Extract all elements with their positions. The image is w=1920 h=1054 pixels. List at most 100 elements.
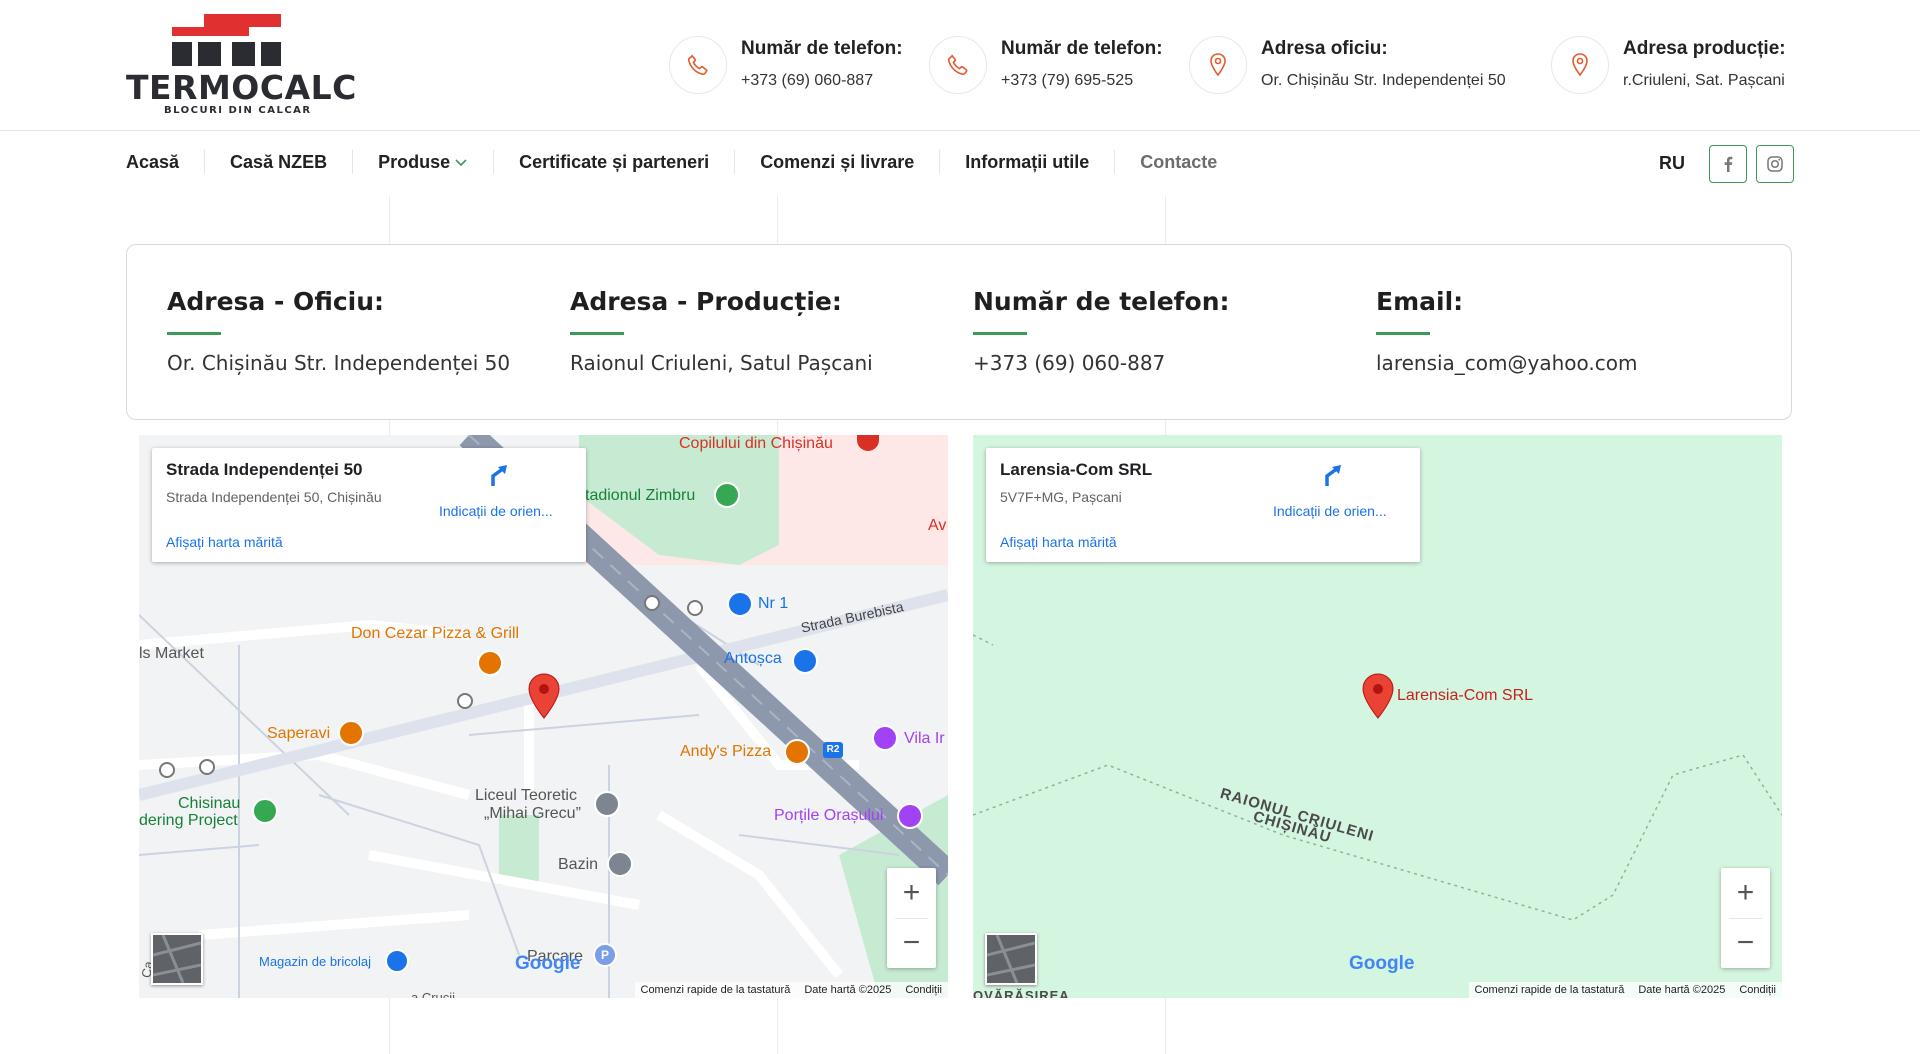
map-label: Porțile Orașului bbox=[774, 807, 884, 824]
restaurant-poi-icon[interactable] bbox=[477, 650, 503, 676]
info-production: Adresa - Producție: Raionul Criuleni, Sa… bbox=[570, 287, 873, 375]
directions-link[interactable]: Indicații de orien... bbox=[1273, 503, 1387, 519]
restaurant-poi-icon[interactable] bbox=[338, 720, 364, 746]
contact-title: Adresa producție: bbox=[1623, 38, 1786, 59]
nav-item-certificate[interactable]: Certificate și parteneri bbox=[493, 150, 734, 174]
map-label: tadionul Zimbru bbox=[585, 487, 696, 504]
stadium-poi-icon[interactable] bbox=[714, 482, 740, 508]
map-attribution: Comenzi rapide de la tastatură Date hart… bbox=[634, 982, 948, 998]
directions-icon[interactable] bbox=[1321, 462, 1347, 488]
contact-title: Număr de telefon: bbox=[741, 38, 903, 59]
nav-item-contacte[interactable]: Contacte bbox=[1114, 150, 1242, 174]
header-contact-office: Adresa oficiu: Or. Chișinău Str. Indepen… bbox=[1189, 36, 1506, 96]
google-logo-text: Google bbox=[1349, 953, 1415, 974]
language-switch[interactable]: RU bbox=[1659, 153, 1685, 174]
bus-stop-icon[interactable] bbox=[687, 600, 703, 616]
terms-link[interactable]: Condiții bbox=[1739, 984, 1776, 996]
map-data-text: Date hartă ©2025 bbox=[804, 984, 892, 996]
shopping-poi-icon[interactable] bbox=[385, 949, 409, 973]
map-production[interactable]: Larensia-Com SRL RAIONUL CRIULENI CHIȘIN… bbox=[973, 435, 1782, 998]
termocalc-logo[interactable]: TERMOCALC BLOCURI DIN CALCAR bbox=[126, 12, 356, 120]
bus-stop-icon[interactable] bbox=[159, 762, 175, 778]
divider bbox=[895, 918, 928, 919]
pool-poi-icon[interactable] bbox=[607, 851, 633, 877]
phone-icon bbox=[669, 36, 727, 94]
park-poi-icon[interactable] bbox=[252, 798, 278, 824]
zoom-in-button[interactable]: + bbox=[1721, 868, 1770, 918]
contact-value: Or. Chișinău Str. Independenței 50 bbox=[1261, 72, 1506, 89]
bus-stop-icon[interactable] bbox=[457, 693, 473, 709]
place-title: Strada Independenței 50 bbox=[166, 460, 363, 479]
terms-link[interactable]: Condiții bbox=[905, 984, 942, 996]
shopping-poi-icon[interactable] bbox=[897, 803, 923, 829]
nav-item-acasa[interactable]: Acasă bbox=[126, 150, 204, 174]
location-marker-icon[interactable] bbox=[527, 673, 561, 719]
location-marker-icon[interactable] bbox=[1361, 673, 1395, 719]
directions-icon[interactable] bbox=[487, 462, 513, 488]
satellite-thumbnail[interactable] bbox=[151, 933, 203, 985]
map-label: Av bbox=[928, 517, 947, 534]
main-nav: Acasă Casă NZEB Produse Certificate și p… bbox=[126, 131, 1242, 193]
instagram-icon[interactable] bbox=[1756, 145, 1794, 183]
zoom-out-button[interactable]: − bbox=[887, 918, 936, 968]
nav-item-informatii[interactable]: Informații utile bbox=[939, 150, 1114, 174]
zoom-controls: + − bbox=[887, 868, 936, 968]
info-title: Adresa - Oficiu: bbox=[167, 287, 385, 316]
place-address: Strada Independenței 50, Chișinău bbox=[166, 489, 382, 505]
map-label: „Mihai Grecu” bbox=[484, 805, 581, 822]
map-info-card: Strada Independenței 50 Strada Independe… bbox=[152, 448, 586, 562]
map-attribution: Comenzi rapide de la tastatură Date hart… bbox=[1468, 982, 1782, 998]
logo-wordmark: TERMOCALC bbox=[126, 68, 357, 107]
keyboard-shortcuts-link[interactable]: Comenzi rapide de la tastatură bbox=[1475, 984, 1625, 996]
keyboard-shortcuts-link[interactable]: Comenzi rapide de la tastatură bbox=[641, 984, 791, 996]
header-contact-production: Adresa producție: r.Criuleni, Sat. Pașca… bbox=[1551, 36, 1786, 96]
info-value: Or. Chișinău Str. Independenței 50 bbox=[167, 351, 511, 375]
nav-item-produse[interactable]: Produse bbox=[352, 150, 493, 174]
map-label: ls Market bbox=[139, 645, 204, 662]
google-logo: Google bbox=[515, 953, 580, 975]
map-label: Nr 1 bbox=[758, 595, 789, 612]
nav-item-casa-nzeb[interactable]: Casă NZEB bbox=[204, 150, 352, 174]
map-label: Larensia-Com SRL bbox=[1397, 687, 1534, 704]
top-header: TERMOCALC BLOCURI DIN CALCAR Număr de te… bbox=[0, 0, 1920, 131]
info-phone: Număr de telefon: +373 (69) 060-887 bbox=[973, 287, 1230, 375]
zoom-out-button[interactable]: − bbox=[1721, 918, 1770, 968]
facebook-icon[interactable] bbox=[1709, 145, 1747, 183]
larger-map-link[interactable]: Afișați harta mărită bbox=[1000, 534, 1117, 550]
map-label: Bazin bbox=[558, 856, 599, 873]
shopping-poi-icon[interactable] bbox=[727, 591, 753, 617]
restaurant-poi-icon[interactable] bbox=[784, 739, 810, 765]
place-title: Larensia-Com SRL bbox=[1000, 460, 1153, 479]
satellite-map-icon bbox=[152, 934, 202, 984]
bus-stop-icon[interactable] bbox=[644, 595, 660, 611]
location-pin-icon bbox=[1551, 36, 1609, 94]
nav-item-comenzi[interactable]: Comenzi și livrare bbox=[734, 150, 939, 174]
map-office[interactable]: Copilului din Chișinău tadionul Zimbru A… bbox=[139, 435, 948, 998]
info-value[interactable]: larensia_com@yahoo.com bbox=[1376, 351, 1637, 375]
contact-value[interactable]: +373 (69) 060-887 bbox=[741, 72, 903, 90]
directions-link[interactable]: Indicații de orien... bbox=[439, 503, 553, 519]
map-label: Chisinau bbox=[178, 795, 241, 812]
header-contact-phone-2: Număr de telefon: +373 (79) 695-525 bbox=[929, 36, 1163, 96]
contact-value[interactable]: +373 (79) 695-525 bbox=[1001, 72, 1163, 90]
satellite-thumbnail[interactable] bbox=[985, 933, 1037, 985]
info-value: Raionul Criuleni, Satul Pașcani bbox=[570, 351, 873, 375]
map-label: Liceul Teoretic bbox=[475, 787, 577, 804]
place-address: 5V7F+MG, Pașcani bbox=[1000, 489, 1122, 505]
map-label: dering Project bbox=[139, 812, 238, 829]
shopping-poi-icon[interactable] bbox=[792, 648, 818, 674]
contact-value: r.Criuleni, Sat. Pașcani bbox=[1623, 72, 1785, 89]
larger-map-link[interactable]: Afișați harta mărită bbox=[166, 534, 283, 550]
info-value[interactable]: +373 (69) 060-887 bbox=[973, 351, 1230, 375]
map-label: Antoșca bbox=[724, 650, 782, 667]
zoom-in-button[interactable]: + bbox=[887, 868, 936, 918]
school-poi-icon[interactable] bbox=[594, 791, 620, 817]
info-title: Adresa - Producție: bbox=[570, 287, 842, 316]
hotel-poi-icon[interactable] bbox=[872, 725, 898, 751]
parking-poi-icon[interactable]: P bbox=[593, 943, 617, 967]
map-label: a Crucii bbox=[411, 990, 456, 998]
green-underline bbox=[570, 332, 624, 335]
contact-info-box: Adresa - Oficiu: Or. Chișinău Str. Indep… bbox=[126, 244, 1792, 420]
satellite-map-icon bbox=[986, 934, 1036, 984]
bus-stop-icon[interactable] bbox=[199, 759, 215, 775]
